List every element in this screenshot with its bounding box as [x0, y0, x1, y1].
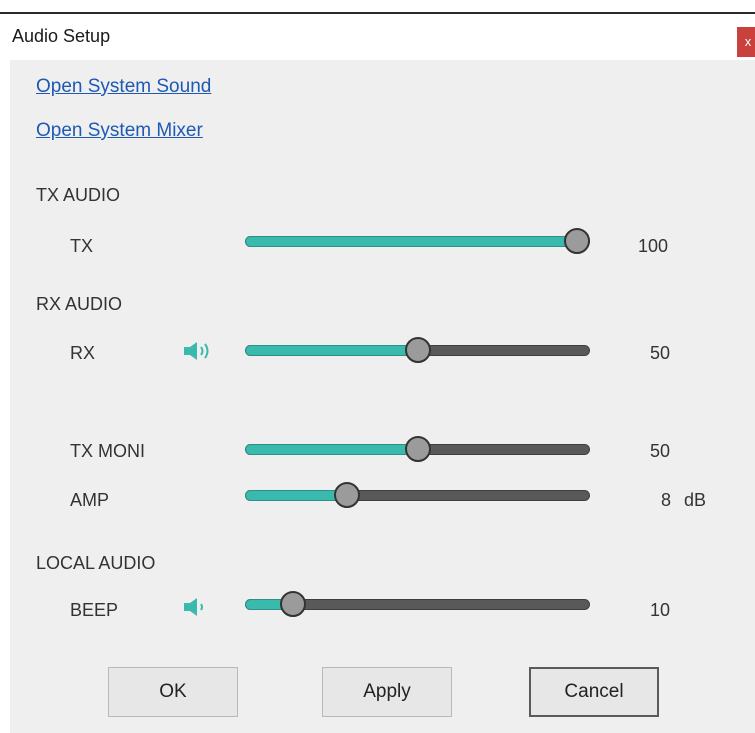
slider-thumb[interactable] [280, 591, 307, 617]
dialog-content [10, 60, 755, 733]
slider-fill [245, 444, 418, 455]
speaker-icon[interactable] [183, 596, 215, 618]
tx-value: 100 [638, 236, 669, 256]
rx-value: 50 [650, 343, 671, 363]
amp-label: AMP [70, 490, 110, 510]
cancel-button[interactable]: Cancel [529, 667, 659, 717]
speaker-icon[interactable] [183, 340, 215, 362]
slider-thumb[interactable] [404, 337, 431, 363]
slider-fill [245, 236, 577, 247]
close-button[interactable]: x [737, 27, 755, 57]
beep-slider[interactable] [245, 591, 590, 617]
slider-thumb[interactable] [404, 436, 431, 462]
tx-label: TX [70, 236, 94, 256]
tx-moni-slider[interactable] [245, 436, 590, 462]
section-rx-audio: RX AUDIO [36, 294, 123, 314]
ok-button[interactable]: OK [108, 667, 238, 717]
tx-slider[interactable] [245, 228, 590, 254]
rx-slider[interactable] [245, 337, 590, 363]
close-icon: x [744, 34, 752, 49]
slider-thumb[interactable] [564, 228, 590, 254]
amp-unit: dB [684, 490, 707, 510]
window-title: Audio Setup [12, 26, 111, 46]
slider-fill [245, 345, 418, 356]
tx-moni-value: 50 [650, 441, 671, 461]
section-local-audio: LOCAL AUDIO [36, 553, 156, 573]
tx-moni-label: TX MONI [70, 441, 145, 461]
section-tx-audio: TX AUDIO [36, 185, 121, 205]
slider-thumb[interactable] [334, 482, 361, 508]
slider-fill [245, 490, 348, 501]
amp-value: 8 [661, 490, 672, 510]
beep-value: 10 [650, 600, 671, 620]
apply-button[interactable]: Apply [322, 667, 452, 717]
open-system-sound-link[interactable]: Open System Sound [36, 76, 211, 98]
open-system-mixer-link[interactable]: Open System Mixer [36, 120, 203, 142]
title-bar: Audio Setup x [0, 14, 755, 60]
beep-label: BEEP [70, 600, 119, 620]
amp-slider[interactable] [245, 482, 590, 508]
rx-label: RX [70, 343, 96, 363]
